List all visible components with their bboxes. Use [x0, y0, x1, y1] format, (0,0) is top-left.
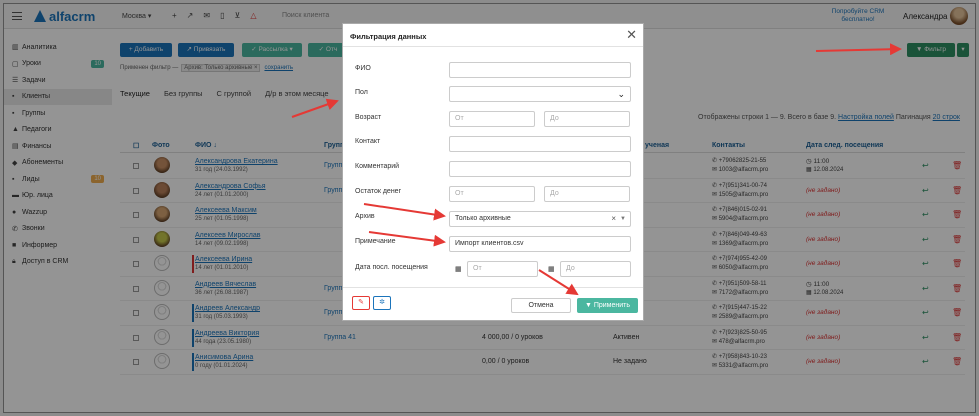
annotation-arrows	[291, 43, 902, 296]
arrow-to-filter	[815, 43, 902, 56]
arrow-to-note	[368, 231, 446, 247]
app-window: alfacrm Москва ▾ +↗✉▯⊻△ Поиск клиента По…	[3, 3, 976, 413]
arrow-to-dialog	[291, 98, 339, 118]
arrow-to-archive	[363, 203, 446, 221]
arrow-to-apply	[538, 269, 579, 296]
